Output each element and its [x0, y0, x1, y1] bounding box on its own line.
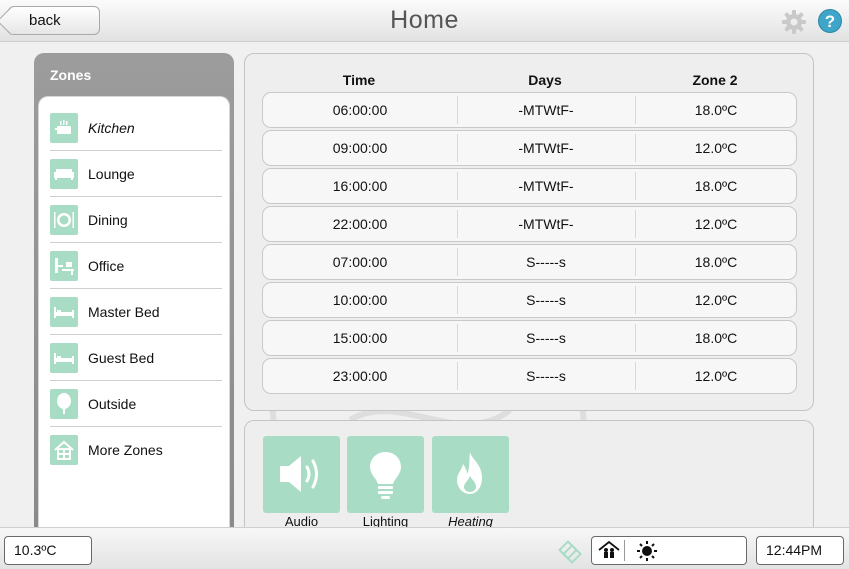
- row-time: 16:00:00: [332, 178, 388, 194]
- table-row[interactable]: 06:00:00 -MTWtF- 18.0ºC: [262, 92, 797, 128]
- sidebar-item-label: Lounge: [88, 165, 135, 182]
- sidebar-item-label: More Zones: [88, 442, 163, 458]
- services-panel: Audio Lighting Heating: [244, 420, 814, 527]
- column-header-days: Days: [528, 72, 562, 88]
- sidebar-item-master-bed[interactable]: Master Bed: [50, 289, 222, 335]
- page-title: Home: [390, 6, 459, 34]
- row-time: 07:00:00: [332, 254, 388, 270]
- row-days: -MTWtF-: [518, 102, 574, 118]
- column-header-time: Time: [342, 72, 376, 88]
- table-row[interactable]: 23:00:00 S-----s 12.0ºC: [262, 358, 797, 394]
- table-row[interactable]: 22:00:00 -MTWtF- 12.0ºC: [262, 206, 797, 242]
- sidebar-item-kitchen[interactable]: Kitchen: [50, 105, 222, 151]
- tree-icon: [50, 388, 78, 419]
- sidebar-item-label: Guest Bed: [88, 349, 155, 366]
- heating-button[interactable]: [432, 436, 509, 513]
- row-time: 15:00:00: [332, 330, 388, 346]
- sidebar-item-label: Kitchen: [88, 119, 135, 136]
- outside-temperature: 10.3ºC: [4, 536, 92, 565]
- header-bar: back Home ?: [0, 0, 849, 42]
- schedule-table: Time Days Zone 2 06:00:00 -MTWtF- 18.0ºC…: [244, 53, 814, 411]
- row-days: -MTWtF-: [518, 140, 574, 156]
- row-temperature: 18.0ºC: [694, 254, 738, 270]
- zone-list: Kitchen Lounge Dining Office Master Bed: [38, 96, 230, 527]
- row-temperature: 12.0ºC: [694, 216, 738, 232]
- zones-sidebar: Zones Kitchen Lounge Dining Office Maste…: [34, 53, 234, 527]
- sidebar-item-label: Master Bed: [88, 303, 160, 320]
- audio-label: Audio: [284, 514, 319, 527]
- sidebar-item-dining[interactable]: Dining: [50, 197, 222, 243]
- help-icon[interactable]: ?: [818, 9, 842, 33]
- sofa-icon: [50, 158, 78, 189]
- flame-icon: [457, 452, 482, 494]
- row-temperature: 18.0ºC: [694, 178, 738, 194]
- lighting-button[interactable]: [347, 436, 424, 513]
- row-temperature: 18.0ºC: [694, 102, 738, 118]
- sidebar-item-more-zones[interactable]: More Zones: [50, 427, 222, 473]
- column-header-zone: Zone 2: [692, 72, 738, 88]
- kitchen-icon: [50, 112, 78, 143]
- table-row[interactable]: 09:00:00 -MTWtF- 12.0ºC: [262, 130, 797, 166]
- row-days: -MTWtF-: [518, 216, 574, 232]
- row-time: 10:00:00: [332, 292, 388, 308]
- house-icon: [50, 435, 78, 465]
- home-occupied-icon: [598, 540, 620, 558]
- bed-icon: [50, 342, 78, 373]
- table-row[interactable]: 10:00:00 S-----s 12.0ºC: [262, 282, 797, 318]
- row-days: S-----s: [526, 330, 566, 346]
- row-temperature: 12.0ºC: [694, 368, 738, 384]
- row-days: S-----s: [526, 254, 566, 270]
- heating-label: Heating: [448, 514, 493, 527]
- row-days: S-----s: [526, 368, 566, 384]
- row-time: 06:00:00: [332, 102, 388, 118]
- sidebar-item-lounge[interactable]: Lounge: [50, 151, 222, 197]
- audio-button[interactable]: [263, 436, 340, 513]
- logo-icon: [558, 540, 582, 564]
- sidebar-item-guest-bed[interactable]: Guest Bed: [50, 335, 222, 381]
- sidebar-item-outside[interactable]: Outside: [50, 381, 222, 427]
- bulb-icon: [370, 452, 401, 499]
- row-time: 22:00:00: [332, 216, 388, 232]
- table-row[interactable]: 07:00:00 S-----s 18.0ºC: [262, 244, 797, 280]
- sun-icon: [637, 541, 657, 561]
- row-time: 09:00:00: [332, 140, 388, 156]
- speaker-icon: [280, 456, 318, 492]
- row-temperature: 12.0ºC: [694, 292, 738, 308]
- table-row[interactable]: 16:00:00 -MTWtF- 18.0ºC: [262, 168, 797, 204]
- row-days: -MTWtF-: [518, 178, 574, 194]
- row-temperature: 12.0ºC: [694, 140, 738, 156]
- clock: 12:44PM: [756, 536, 844, 565]
- sidebar-item-label: Outside: [88, 395, 137, 412]
- sidebar-title: Zones: [50, 67, 92, 83]
- sidebar-item-office[interactable]: Office: [50, 243, 222, 289]
- row-days: S-----s: [526, 292, 566, 308]
- bed-icon: [50, 296, 78, 327]
- sidebar-item-label: Dining: [88, 211, 128, 228]
- desk-icon: [50, 250, 78, 281]
- row-time: 23:00:00: [332, 368, 388, 384]
- sidebar-item-label: Office: [88, 257, 125, 274]
- status-box[interactable]: [591, 536, 747, 565]
- lighting-label: Lighting: [362, 514, 409, 527]
- gear-icon[interactable]: [781, 9, 807, 35]
- plate-icon: [50, 204, 78, 235]
- footer-bar: 10.3ºC 12:44PM: [0, 527, 849, 569]
- table-row[interactable]: 15:00:00 S-----s 18.0ºC: [262, 320, 797, 356]
- row-temperature: 18.0ºC: [694, 330, 738, 346]
